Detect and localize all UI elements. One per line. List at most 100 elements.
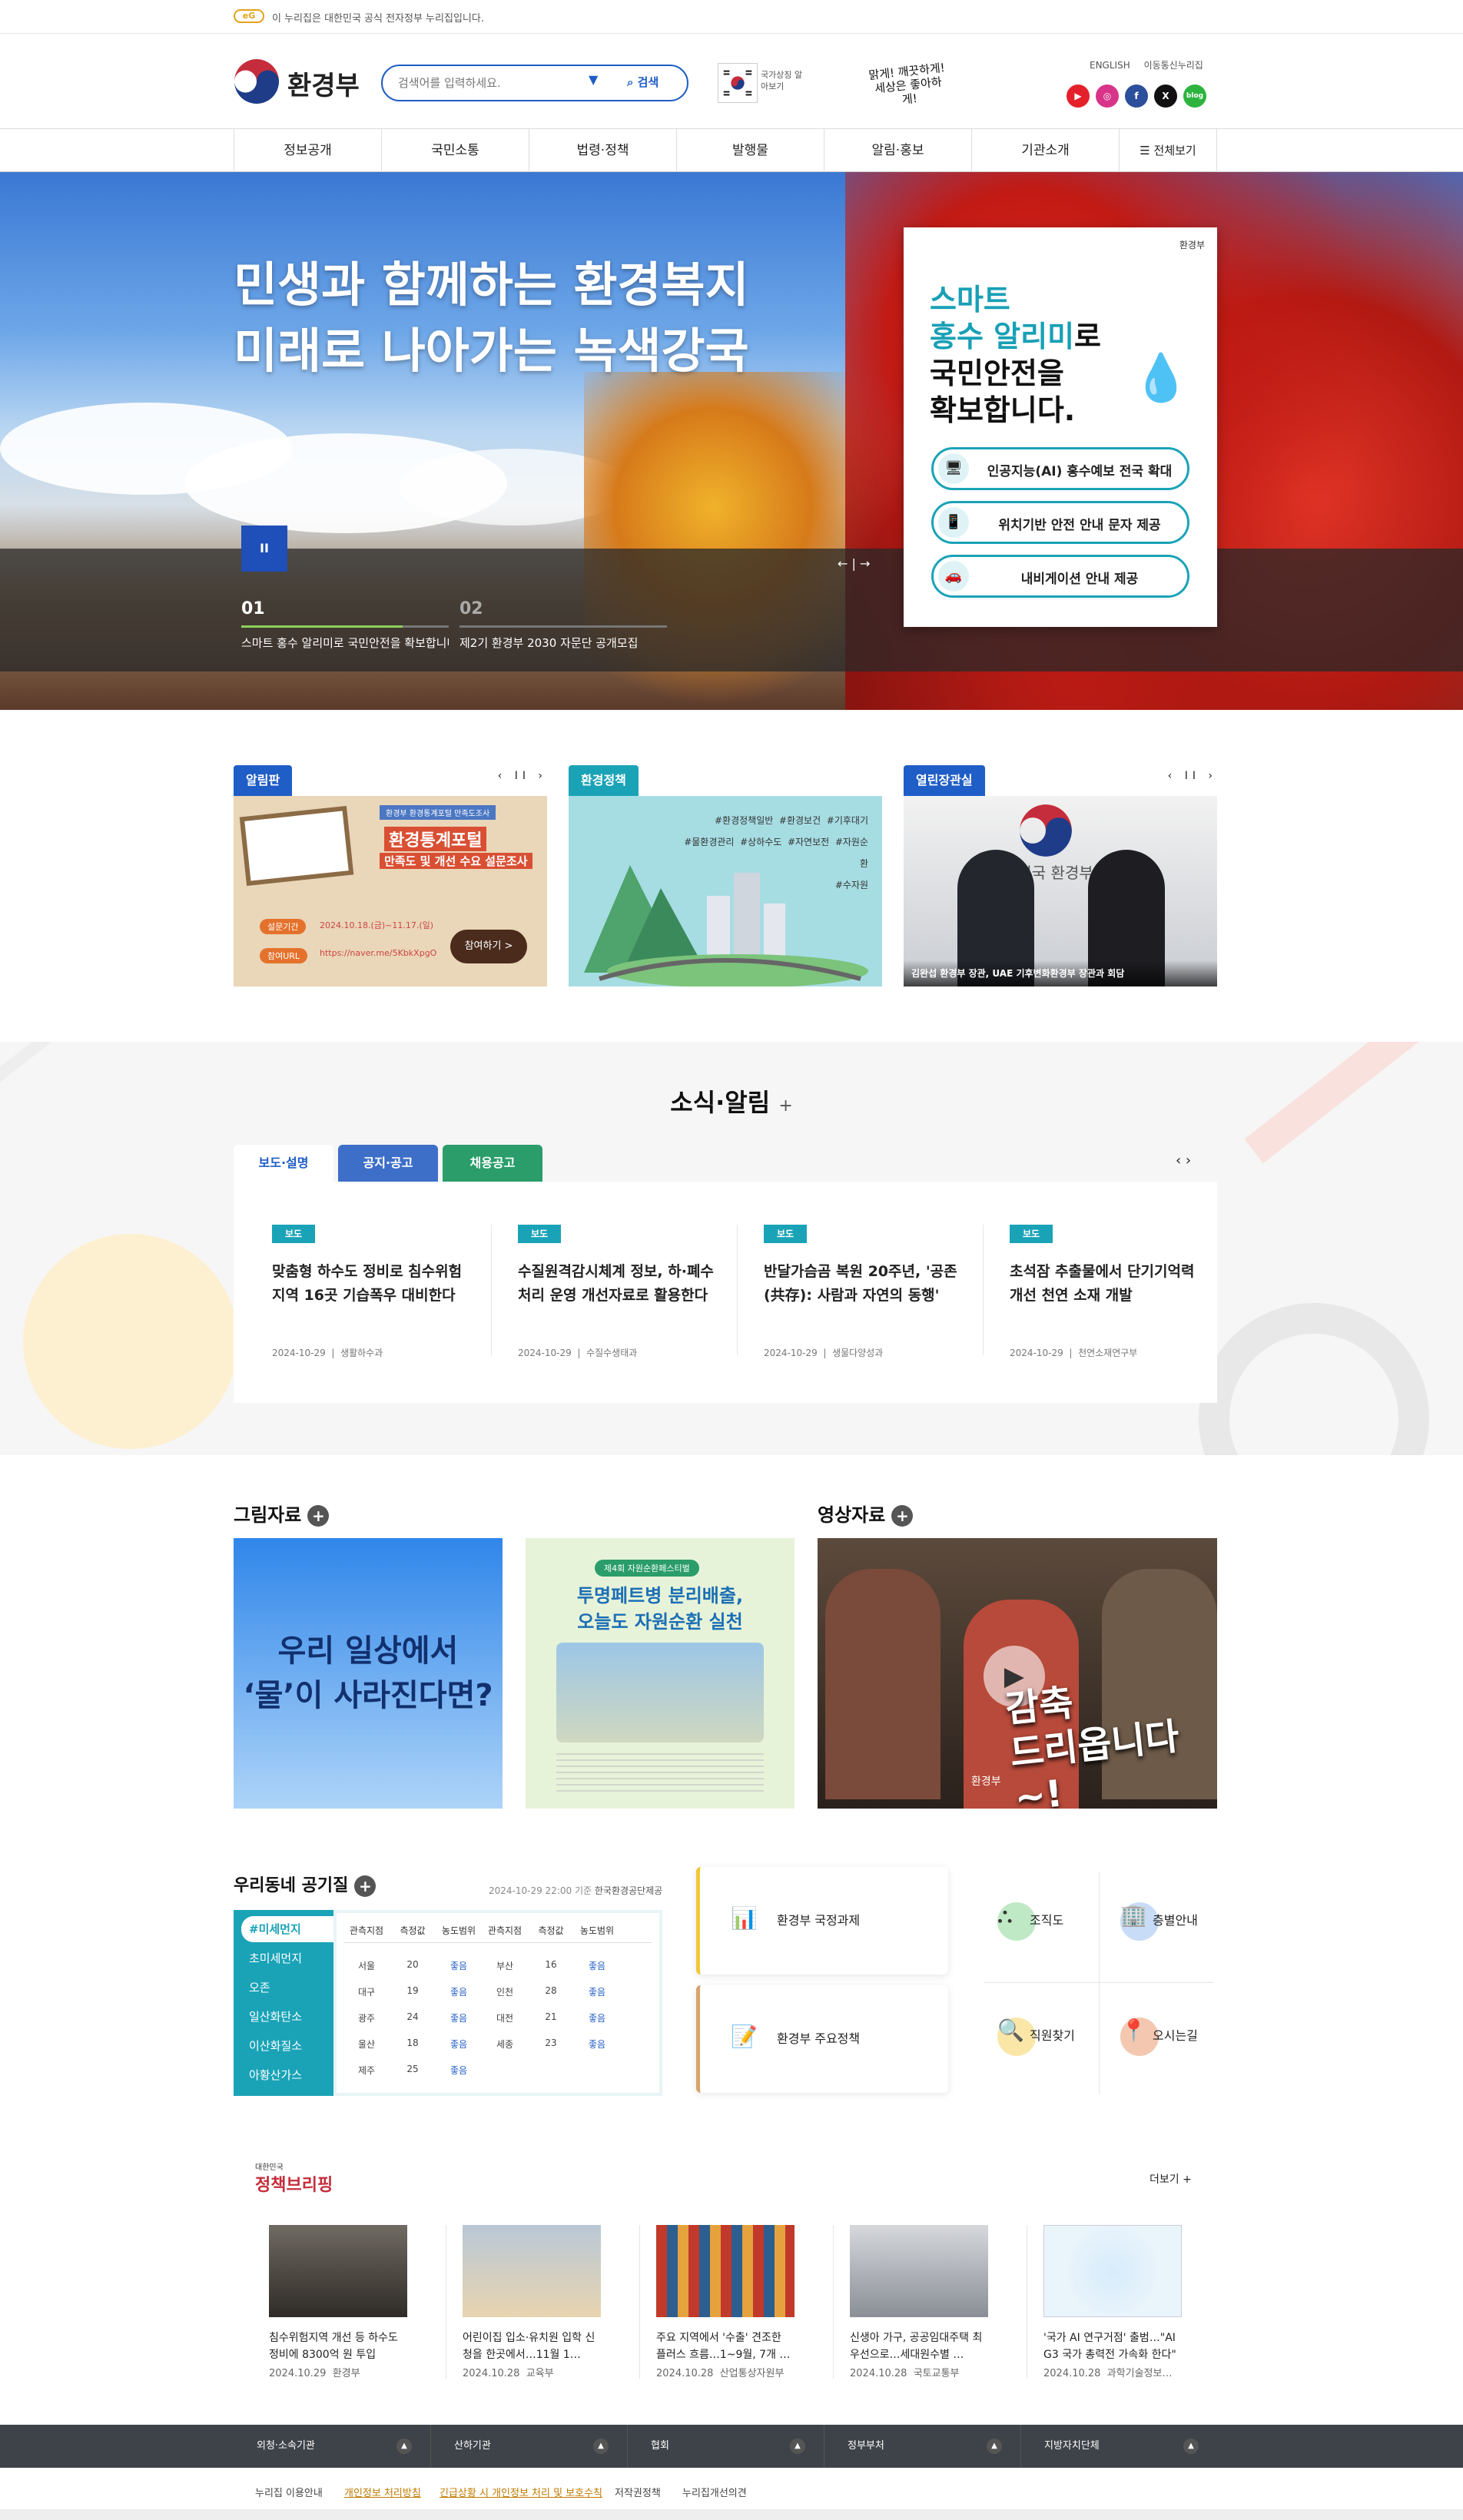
news-item[interactable]: 보도 맞춤형 하수도 정비로 침수위험지역 16곳 기습폭우 대비한다 2024… [272,1225,472,1359]
briefing-item[interactable]: '국가 AI 연구거점' 출범…"AI G3 국가 총력전 가속화 한다" 20… [1043,2225,1182,2379]
flood-alert-card[interactable]: 환경부 스마트 홍수 알리미로 국민안전을 확보합니다. 💧 🖥 인공지능(AI)… [904,227,1217,627]
air-tab-no2[interactable]: 이산화질소 [241,2033,333,2059]
briefing-title: 어린이집 입소·유치원 입학 신청을 한곳에서…11월 1… [463,2332,595,2361]
slogan-text: 맑게! 깨끗하게! 세상은 좋아하게! [868,60,946,107]
view-all-menu-button[interactable]: ☰ 전체보기 [1119,129,1217,172]
banner-controls[interactable]: ‹ II › [1168,770,1217,782]
slide-title-1[interactable]: 스마트 홍수 알리미로 국민안전을 확보합니다 [241,635,449,651]
survey-top-label: 환경부 환경통계포털 만족도조사 [380,805,496,820]
survey-join-button[interactable]: 참여하기 > [450,930,527,963]
air-tab-co[interactable]: 일산화탄소 [241,2004,333,2030]
festival-title: 투명페트병 분리배출, 오늘도 자원순환 실천 [526,1583,795,1635]
nav-notice-pr[interactable]: 알림·홍보 [824,129,971,172]
banner-controls[interactable]: ‹ II › [498,770,547,782]
blog-icon[interactable]: blog [1183,85,1206,108]
banner-tab[interactable]: 환경정책 [569,765,639,796]
directions-link[interactable]: 📍 오시는길 [1106,1987,1214,2094]
instagram-icon[interactable]: ◎ [1096,85,1119,108]
search-input[interactable] [398,74,575,92]
org-chart-link[interactable]: ⛬ 조직도 [984,1872,1091,1979]
national-flag-icon[interactable] [718,63,758,103]
air-cell: 부산 [496,1961,514,1971]
briefing-dept: 산업통상자원부 [719,2368,785,2379]
slide-progress-fill [241,625,403,628]
nav-info-disclosure[interactable]: 정보공개 [234,129,381,172]
x-icon[interactable]: X [1154,85,1177,108]
hero-control-bar [0,549,1463,671]
related-associations[interactable]: 협회 ▲ [627,2425,824,2468]
ministry-emblem-icon[interactable] [234,58,280,104]
briefing-more-link[interactable]: 더보기 + [1150,2171,1192,2187]
slide-title-2[interactable]: 제2기 환경부 2030 자문단 공개모집 [459,635,667,651]
air-cell: 대전 [496,2013,514,2024]
news-more-icon[interactable]: + [778,1096,792,1116]
related-subsidiary[interactable]: 산하기관 ▲ [430,2425,627,2468]
nav-communication[interactable]: 국민소통 [381,129,529,172]
picture-card-pet[interactable]: 제4회 자원순환페스티벌 투명페트병 분리배출, 오늘도 자원순환 실천 [526,1538,795,1809]
minister-photo[interactable]: 한민국 환경부 김완섭 환경부 장관, UAE 기후변화환경부 장관과 회담 [904,796,1217,986]
laptop-illustration [239,805,354,887]
air-cell: 인천 [496,1987,514,1998]
air-cell: 제주 [357,2065,376,2076]
nav-about[interactable]: 기관소개 [971,129,1119,172]
pause-button[interactable]: II [241,526,287,572]
news-date: 2024-10-29 [1010,1348,1063,1358]
news-item[interactable]: 보도 반달가슴곰 복원 20주년, '공존(共存): 사람과 자연의 동행' 2… [764,1225,964,1359]
picture-text-l2: ‘물’이 사라진다면? [243,1678,493,1713]
related-local-gov[interactable]: 지방자치단체 ▲ [1020,2425,1217,2468]
slide-arrows[interactable]: ← | → [838,556,870,571]
tab-notice[interactable]: 공지·공고 [338,1145,438,1182]
policy-banner-image[interactable]: #환경정책일반 #환경보건 #기후대기 #물환경관리 #상하수도 #자연보전 #… [569,796,882,986]
briefing-item[interactable]: 주요 지역에서 '수출' 견조한 플러스 흐름…1~9월, 7개 … 2024.… [656,2225,795,2379]
national-tasks-button[interactable]: 📊 환경부 국정과제 [696,1867,948,1975]
briefing-item[interactable]: 신생아 가구, 공공임대주택 최우선으로…세대원수별 … 2024.10.28 … [850,2225,988,2379]
main-policy-button[interactable]: 📝 환경부 주요정책 [696,1985,948,2093]
air-tab-pm25[interactable]: 초미세먼지 [241,1945,333,1971]
news-item[interactable]: 보도 수질원격감시체계 정보, 하·폐수처리 운영 개선자료로 활용한다 202… [518,1225,718,1359]
chevron-down-icon[interactable]: ▼ [589,72,598,87]
air-cell: 19 [406,1985,419,1996]
air-tab-ozone[interactable]: 오존 [241,1975,333,2001]
news-arrows[interactable]: ‹ › [1176,1152,1191,1169]
slide-number-1[interactable]: 01 [241,599,265,618]
news-meta: 2024-10-29 | 생물다양성과 [764,1348,884,1358]
mobile-link[interactable]: 이동통신누리집 [1144,60,1203,71]
slide-number-2[interactable]: 02 [459,599,483,618]
plus-icon[interactable]: + [354,1875,377,1897]
nav-law-policy[interactable]: 법령·정책 [529,129,676,172]
banner-tab[interactable]: 알림판 [234,765,293,796]
briefing-item[interactable]: 침수위험지역 개선 등 하수도 정비에 8300억 원 투입 2024.10.2… [269,2225,407,2379]
banner-tab[interactable]: 열린장관실 [904,765,985,796]
tab-press[interactable]: 보도·설명 [234,1145,333,1182]
air-cell: 좋음 [450,1987,468,1998]
search-button[interactable]: ⌕ 검색 [627,74,659,90]
footer-link-feedback[interactable]: 누리집개선의견 [682,2485,747,2499]
footer-link-privacy[interactable]: 개인정보 처리방침 [344,2485,421,2499]
related-ministries[interactable]: 정부부처 ▲ [824,2425,1020,2468]
ministry-name[interactable]: 환경부 [287,65,360,102]
news-badge: 보도 [518,1225,561,1243]
air-tab-pm10[interactable]: #미세먼지 [241,1916,333,1942]
floor-guide-link[interactable]: 🏢 층별안내 [1106,1872,1214,1979]
footer-link-copyright[interactable]: 저작권정책 [615,2485,661,2499]
staff-search-link[interactable]: 🔍 직원찾기 [984,1987,1091,2094]
plus-icon[interactable]: + [307,1505,330,1527]
english-link[interactable]: ENGLISH [1090,60,1130,71]
briefing-logo[interactable]: 정책브리핑 [255,2171,333,2196]
footer-link-guide[interactable]: 누리집 이용안내 [255,2485,323,2499]
news-item[interactable]: 보도 초석잠 추출물에서 단기기억력 개선 천연 소재 개발 2024-10-2… [1010,1225,1209,1359]
facebook-icon[interactable]: f [1125,85,1148,108]
tab-recruit[interactable]: 채용공고 [443,1145,542,1182]
nav-publications[interactable]: 발행물 [676,129,824,172]
briefing-item[interactable]: 어린이집 입소·유치원 입학 신청을 한곳에서…11월 1… 2024.10.2… [463,2225,601,2379]
national-symbol-link[interactable]: 국가상징 알아보기 [761,69,807,92]
footer-link-emergency[interactable]: 긴급상황 시 개인정보 처리 및 보호수칙 [440,2485,602,2499]
survey-banner-image[interactable]: 환경부 환경통계포털 만족도조사 환경통계포털 만족도 및 개선 수요 설문조사… [234,796,547,986]
plus-icon[interactable]: + [891,1505,914,1527]
hero-title-line1: 민생과 함께하는 환경복지 [234,257,749,313]
picture-card-water[interactable]: 우리 일상에서 ‘물’이 사라진다면? [234,1538,503,1809]
related-affiliated[interactable]: 외청·소속기관 ▲ [234,2425,430,2468]
video-card[interactable]: ▶ 감축 드리옵니다~! 환경부 [818,1538,1217,1809]
youtube-icon[interactable]: ▶ [1067,85,1090,108]
air-tab-so2[interactable]: 아황산가스 [241,2062,333,2088]
